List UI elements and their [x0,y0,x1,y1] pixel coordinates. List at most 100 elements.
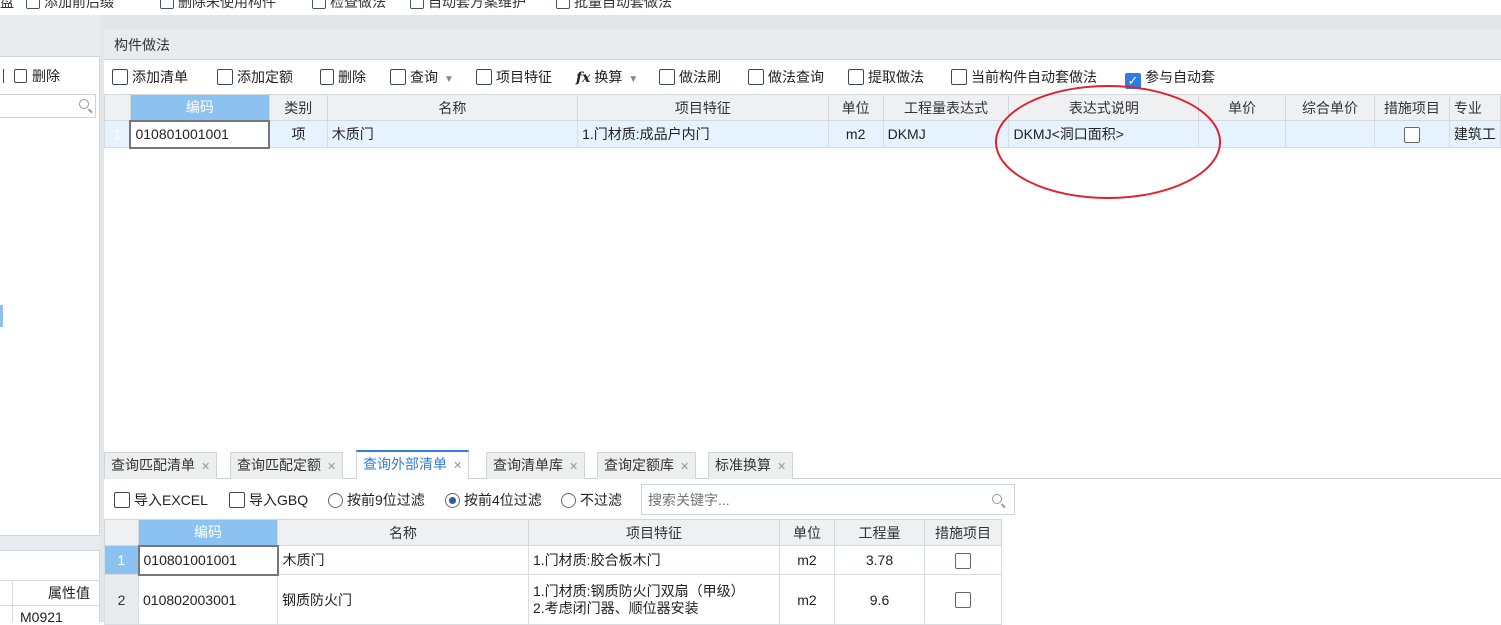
unit-cell[interactable]: m2 [779,545,835,575]
col-header-feature[interactable]: 项目特征 [577,94,829,121]
item-feature-button[interactable]: 项目特征 [476,66,552,88]
col-header-measure[interactable]: 措施项目 [924,519,1002,546]
top-toolbar-add-prefix[interactable]: 添加前后缀 [26,0,114,12]
top-toolbar-batch-auto[interactable]: 批量自动套做法 [556,0,672,12]
auto-method-button[interactable]: 当前构件自动套做法 [951,66,1097,88]
grid-header-row: 编码 名称 项目特征 单位 工程量 措施项目 [104,519,1002,546]
measure-checkbox[interactable] [955,592,971,609]
add-quota-icon [217,69,233,85]
unit-cell[interactable]: m2 [827,120,884,148]
tab-query-quota-library[interactable]: 查询定额库 ✕ [597,452,697,479]
keyword-search-field[interactable] [641,484,1015,515]
auto-participate-checkbox[interactable]: ✓ 参与自动套 [1125,66,1215,89]
search-icon[interactable] [992,494,1002,504]
feature-cell[interactable]: 1.门材质:成品户内门 [577,120,829,148]
feature-cell[interactable]: 1.门材质:钢质防火门双扇（甲级） 2.考虑闭门器、顺位器安装 [528,574,780,625]
delete-button[interactable]: 删除 [320,66,366,88]
tab-query-external-list[interactable]: 查询外部清单 ✕ [356,450,470,479]
method-grid: 编码 类别 名称 项目特征 单位 工程量表达式 表达式说明 单价 综合单价 措施… [104,94,1501,149]
col-header-measure[interactable]: 措施项目 [1373,94,1450,121]
col-header-price[interactable]: 单价 [1198,94,1287,121]
row-num-header [104,519,139,546]
top-toolbar-auto-scheme[interactable]: 自动套方案维护 [410,0,526,12]
top-toolbar-item-0[interactable]: 盘 [0,0,14,12]
left-delete-button[interactable]: 删除 [0,66,60,86]
extract-method-button[interactable]: 提取做法 [848,66,924,88]
keyword-search-input[interactable] [642,485,972,514]
col-header-unit[interactable]: 单位 [827,94,884,121]
name-cell[interactable]: 木质门 [326,120,579,148]
measure-cell[interactable] [1373,120,1450,148]
col-header-category[interactable]: 类别 [268,94,328,121]
name-cell[interactable]: 木质门 [277,545,529,575]
measure-checkbox[interactable] [955,552,971,569]
table-row[interactable]: 2 010802003001 钢质防火门 1.门材质:钢质防火门双扇（甲级） 2… [104,574,1002,625]
feature-cell[interactable]: 1.门材质:胶合板木门 [528,545,780,575]
col-header-code[interactable]: 编码 [138,519,278,546]
close-icon[interactable]: ✕ [201,461,210,473]
specialty-cell[interactable]: 建筑工 [1448,120,1501,148]
tab-query-match-quota[interactable]: 查询匹配定额 ✕ [230,452,344,479]
table-row[interactable]: 1 010801001001 项 木质门 1.门材质:成品户内门 m2 DKMJ… [104,119,1501,149]
add-list-button[interactable]: 添加清单 [112,66,188,88]
filter9-radio[interactable]: 按前9位过滤 [328,489,425,511]
close-icon[interactable]: ✕ [777,461,786,473]
tab-query-list-library[interactable]: 查询清单库 ✕ [486,452,586,479]
col-header-expr[interactable]: 工程量表达式 [882,94,1010,121]
grid-header-row: 编码 类别 名称 项目特征 单位 工程量表达式 表达式说明 单价 综合单价 措施… [104,94,1501,121]
left-search-input[interactable] [0,94,96,118]
col-header-name[interactable]: 名称 [277,519,529,546]
trash-icon [320,69,334,85]
query-dropdown[interactable]: 查询 ▼ [390,66,454,88]
tab-query-match-list[interactable]: 查询匹配清单 ✕ [104,452,218,479]
method-brush-button[interactable]: 做法刷 [659,66,721,88]
col-header-feature[interactable]: 项目特征 [528,519,780,546]
filter4-radio[interactable]: 按前4位过滤 [445,489,542,511]
col-header-specialty[interactable]: 专业 [1448,94,1501,121]
left-selection-marker [0,305,3,327]
close-icon[interactable]: ✕ [453,460,462,472]
check-icon [312,0,326,9]
measure-cell[interactable] [924,545,1002,575]
total-price-cell[interactable] [1285,120,1375,148]
auto-method-label: 当前构件自动套做法 [971,69,1097,85]
unit-cell[interactable]: m2 [779,574,835,625]
prop-value-cell[interactable]: M0921 [20,609,63,625]
measure-cell[interactable] [924,574,1002,625]
search-icon[interactable] [79,99,89,109]
table-row[interactable]: 1 010801001001 木质门 1.门材质:胶合板木门 m2 3.78 [104,544,1002,576]
import-gbq-button[interactable]: 导入GBQ [229,489,308,511]
category-cell[interactable]: 项 [268,120,328,148]
expr-cell[interactable]: DKMJ [882,120,1010,148]
close-icon[interactable]: ✕ [569,461,578,473]
convert-dropdown[interactable]: fx 换算 ▼ [576,66,638,88]
code-cell[interactable]: 010801001001 [129,119,271,149]
top-toolbar-check-method[interactable]: 检查做法 [312,0,386,12]
external-list-grid: 编码 名称 项目特征 单位 工程量 措施项目 1 010801001001 木质… [104,519,1002,625]
col-header-unit[interactable]: 单位 [779,519,835,546]
col-header-name[interactable]: 名称 [326,94,579,121]
col-header-total-price[interactable]: 综合单价 [1285,94,1375,121]
close-icon[interactable]: ✕ [327,461,336,473]
tab-standard-conversion[interactable]: 标准换算 ✕ [708,452,794,479]
left-prop-header-bar [0,535,100,551]
radio-icon [328,493,343,508]
method-query-button[interactable]: 做法查询 [748,66,824,88]
close-icon[interactable]: ✕ [680,461,689,473]
code-cell[interactable]: 010802003001 [138,574,278,625]
qty-cell[interactable]: 3.78 [834,545,925,575]
add-quota-button[interactable]: 添加定额 [217,66,293,88]
import-excel-button[interactable]: 导入EXCEL [114,489,208,511]
panel-title-bar [104,15,1501,60]
nofilter-radio[interactable]: 不过滤 [561,489,622,511]
name-cell[interactable]: 钢质防火门 [277,574,529,625]
col-header-qty[interactable]: 工程量 [834,519,925,546]
feature-line: 2.考虑闭门器、顺位器安装 [533,599,699,616]
chevron-down-icon: ▼ [628,74,639,85]
qty-cell[interactable]: 9.6 [834,574,925,625]
code-cell[interactable]: 010801001001 [137,544,279,576]
measure-checkbox[interactable] [1403,126,1420,143]
toolbar-separator [0,69,4,83]
col-header-code[interactable]: 编码 [129,94,270,121]
top-toolbar-delete-unused[interactable]: 删除未使用构件 [160,0,276,12]
